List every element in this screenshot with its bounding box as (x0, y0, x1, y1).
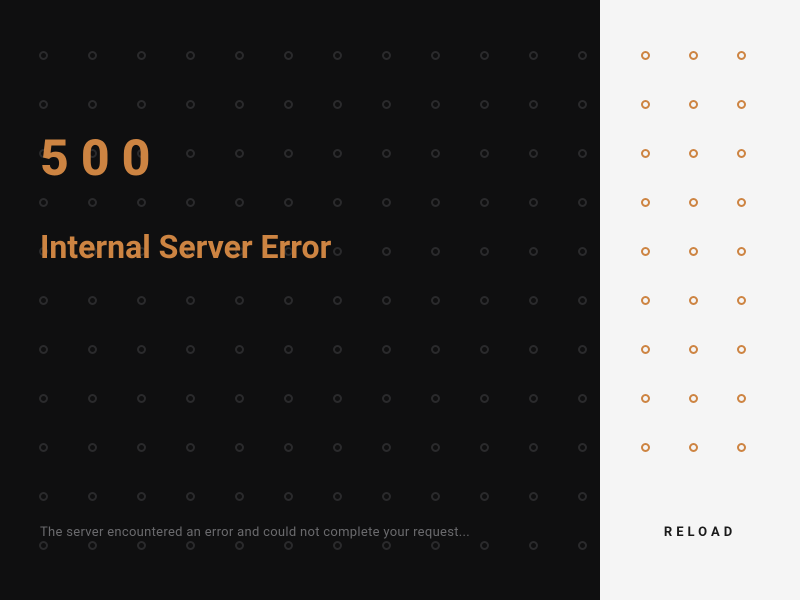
error-title: Internal Server Error (40, 228, 560, 266)
action-panel: RELOAD (600, 0, 800, 600)
error-panel: 500 Internal Server Error The server enc… (0, 0, 600, 600)
decorative-dot-grid-light (600, 0, 800, 600)
error-code: 500 (40, 130, 560, 188)
error-message: The server encountered an error and coul… (40, 525, 560, 540)
reload-button[interactable]: RELOAD (664, 525, 736, 540)
